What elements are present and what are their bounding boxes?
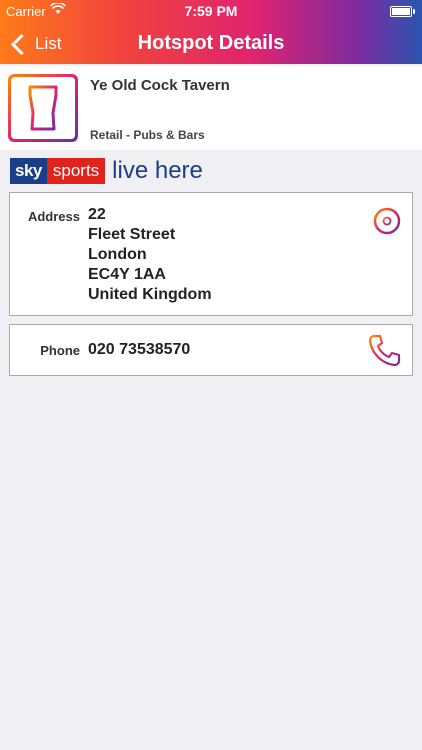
map-pin-icon[interactable]: [372, 205, 402, 254]
venue-logo: [8, 74, 78, 142]
app-header: Carrier 7:59 PM List Hotspot Details: [0, 0, 422, 64]
sports-logo-text: sports: [46, 158, 106, 184]
pint-glass-icon: [28, 85, 58, 131]
page-title: Hotspot Details: [137, 32, 285, 54]
phone-number: 020 73538570: [88, 341, 191, 358]
sky-sports-banner: sky sports live here: [10, 157, 203, 184]
address-label: Address: [27, 209, 80, 224]
live-here-text: live here: [112, 157, 203, 184]
clock: 7:59 PM: [184, 3, 238, 19]
address-line: 22: [88, 206, 106, 223]
address-line: Fleet Street: [88, 226, 176, 243]
status-bar: Carrier 7:59 PM: [0, 0, 422, 22]
address-line: London: [88, 246, 147, 263]
venue-category: Retail - Pubs & Bars: [90, 128, 205, 142]
address-line: United Kingdom: [88, 286, 212, 303]
phone-card[interactable]: Phone 020 73538570: [9, 324, 413, 376]
battery-icon: [390, 6, 415, 17]
address-card[interactable]: Address 22 Fleet Street London EC4Y 1AA …: [9, 192, 413, 316]
sky-logo-text: sky: [10, 158, 47, 184]
address-value: 22 Fleet Street London EC4Y 1AA United K…: [88, 205, 212, 305]
address-line: EC4Y 1AA: [88, 266, 166, 283]
phone-icon[interactable]: [368, 333, 402, 372]
phone-label: Phone: [40, 343, 80, 358]
nav-bar: List Hotspot Details: [0, 22, 422, 64]
venue-header: Ye Old Cock Tavern Retail - Pubs & Bars: [0, 66, 422, 150]
venue-name: Ye Old Cock Tavern: [90, 77, 230, 94]
